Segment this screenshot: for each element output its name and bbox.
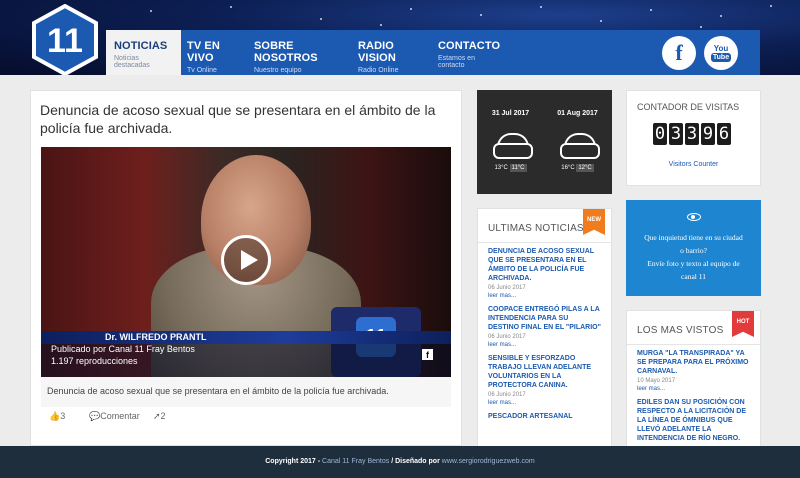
weather-temps: 13°C 11°C	[477, 164, 544, 172]
footer-site-link[interactable]: Canal 11 Fray Bentos	[322, 458, 389, 465]
article-actions: 👍 3 💬 Comentar ➚ 2	[49, 411, 449, 425]
read-more-link[interactable]: leer mas...	[637, 386, 750, 392]
share-button[interactable]: ➚ 2	[153, 411, 166, 422]
video-publisher-info: Publicado por Canal 11 Fray Bentos 1.197…	[51, 343, 195, 367]
site-footer: Copyright 2017 - Canal 11 Fray Bentos / …	[0, 446, 800, 478]
news-title-link[interactable]: PESCADOR ARTESANAL	[488, 412, 601, 421]
nav-title: SOBRE NOSOTROS	[254, 40, 318, 64]
counter-digit: 3	[669, 123, 683, 145]
nav-item-sobre-nosotros[interactable]: SOBRE NOSOTROS Nuestro equipo	[246, 30, 350, 75]
comment-label: Comentar	[100, 411, 140, 421]
inquietud-line: Envíe foto y texto al equipo de	[647, 259, 740, 268]
ultimas-noticias-panel: ULTIMAS NOTICIAS NEW DENUNCIA DE ACOSO S…	[477, 208, 612, 448]
nav-subtitle: Noticias destacadas	[114, 55, 150, 69]
mas-vistos-panel: LOS MAS VISTOS HOT MURGA "LA TRANSPIRADA…	[626, 310, 761, 448]
video-caption: Denuncia de acoso sexual que se presenta…	[41, 377, 451, 407]
list-item: SENSIBLE Y ESFORZADO TRABAJO LLEVAN ADEL…	[488, 354, 601, 406]
nav-subtitle: Estamos en contacto	[438, 55, 475, 69]
news-date: 06 Junio 2017	[488, 285, 526, 291]
facebook-icon[interactable]: f	[662, 36, 696, 70]
footer-copyright: Copyright 2017 -	[265, 458, 321, 465]
weather-date: 31 Jul 2017	[491, 110, 530, 117]
nav-subtitle: Nuestro equipo	[254, 67, 302, 74]
site-header: 11 NOTICIAS Noticias destacadas TV EN VI…	[0, 0, 800, 75]
eye-icon	[686, 213, 701, 221]
visitors-counter-link[interactable]: Visitors Counter	[627, 161, 760, 168]
featured-article: Denuncia de acoso sexual que se presenta…	[30, 90, 462, 446]
video-views: 1.197 reproducciones	[51, 356, 138, 366]
footer-designer-link[interactable]: www.sergiorodriguezweb.com	[442, 458, 535, 465]
news-date: 06 Junio 2017	[488, 392, 526, 398]
temp-max: 11°C	[509, 164, 527, 172]
news-title-link[interactable]: EDILES DAN SU POSICIÓN CON RESPECTO A LA…	[637, 398, 750, 443]
weather-date: 01 Aug 2017	[557, 110, 598, 117]
inquietud-line: canal 11	[681, 272, 706, 281]
read-more-link[interactable]: leer mas...	[488, 400, 601, 406]
comment-button[interactable]: 💬 Comentar	[89, 411, 140, 422]
visit-counter-digits: 0 3 3 9 6	[653, 123, 733, 145]
lower-third-name: Dr. WILFREDO PRANTL	[105, 332, 207, 342]
news-title-link[interactable]: COOPACE ENTREGÓ PILAS A LA INTENDENCIA P…	[488, 305, 601, 332]
weather-day: 01 Aug 2017 16°C 12°C	[544, 90, 611, 194]
video-published-by[interactable]: Publicado por Canal 11 Fray Bentos	[51, 343, 195, 355]
youtube-icon[interactable]: You Tube	[704, 36, 738, 70]
youtube-glyph-bottom: Tube	[710, 53, 732, 62]
nav-item-noticias[interactable]: NOTICIAS Noticias destacadas	[106, 30, 181, 75]
weather-day: 31 Jul 2017 13°C 11°C	[477, 90, 544, 194]
article-title[interactable]: Denuncia de acoso sexual que se presenta…	[40, 101, 450, 137]
list-item: MURGA "LA TRANSPIRADA" YA SE PREPARA PAR…	[637, 349, 750, 392]
news-date: 10 Mayo 2017	[637, 378, 676, 384]
youtube-glyph-top: You	[713, 44, 729, 53]
news-list: MURGA "LA TRANSPIRADA" YA SE PREPARA PAR…	[627, 345, 760, 447]
footer-designed-by: / Diseñado por	[391, 458, 440, 465]
play-button-icon[interactable]	[221, 235, 271, 285]
counter-digit: 6	[717, 123, 731, 145]
nav-title: TV EN VIVO	[187, 40, 220, 64]
video-fb-glyph: f	[426, 350, 429, 360]
panel-heading: CONTADOR DE VISITAS	[637, 102, 740, 112]
list-item: COOPACE ENTREGÓ PILAS A LA INTENDENCIA P…	[488, 305, 601, 348]
temp-min: 13°C	[494, 165, 508, 171]
temp-max: 12°C	[576, 164, 594, 172]
news-title-link[interactable]: MURGA "LA TRANSPIRADA" YA SE PREPARA PAR…	[637, 349, 750, 376]
list-item: EDILES DAN SU POSICIÓN CON RESPECTO A LA…	[637, 398, 750, 443]
news-title-link[interactable]: SENSIBLE Y ESFORZADO TRABAJO LLEVAN ADEL…	[488, 354, 601, 390]
weather-temps: 16°C 12°C	[544, 164, 611, 172]
nav-item-radio-vision[interactable]: RADIO VISION Radio Online	[350, 30, 426, 75]
list-item: PESCADOR ARTESANAL	[488, 412, 601, 421]
inquietud-banner[interactable]: Que inquietud tiene en su ciudad o barri…	[626, 200, 761, 296]
list-item: DENUNCIA DE ACOSO SEXUAL QUE SE PRESENTA…	[488, 247, 601, 299]
nav-title: RADIO VISION	[358, 40, 396, 64]
visit-counter-panel: CONTADOR DE VISITAS 0 3 3 9 6 Visitors C…	[626, 90, 761, 186]
svg-text:11: 11	[47, 22, 83, 60]
video-player[interactable]: 11 Dr. WILFREDO PRANTL Publicado por Can…	[41, 147, 451, 377]
like-button[interactable]: 👍 3	[49, 411, 65, 422]
counter-digit: 9	[701, 123, 715, 145]
inquietud-line: o barrio?	[680, 246, 707, 255]
nav-item-tv-en-vivo[interactable]: TV EN VIVO Tv Online	[179, 30, 245, 75]
nav-title: CONTACTO	[438, 40, 501, 52]
cloud-icon	[491, 129, 533, 159]
nav-item-contacto[interactable]: CONTACTO Estamos en contacto	[430, 30, 510, 75]
read-more-link[interactable]: leer mas...	[488, 342, 601, 348]
nav-subtitle: Tv Online	[187, 67, 217, 74]
inquietud-line: Que inquietud tiene en su ciudad	[644, 233, 743, 242]
news-title-link[interactable]: DENUNCIA DE ACOSO SEXUAL QUE SE PRESENTA…	[488, 247, 601, 283]
cloud-icon	[558, 129, 600, 159]
temp-min: 16°C	[561, 165, 575, 171]
news-list: DENUNCIA DE ACOSO SEXUAL QUE SE PRESENTA…	[478, 243, 611, 431]
canal-11-logo[interactable]: 11	[30, 3, 100, 75]
counter-digit: 0	[653, 123, 667, 145]
video-facebook-icon[interactable]: f	[422, 349, 433, 360]
share-count: 2	[160, 411, 166, 421]
facebook-glyph: f	[675, 40, 683, 65]
nav-title: NOTICIAS	[114, 40, 168, 52]
nav-subtitle: Radio Online	[358, 67, 399, 74]
read-more-link[interactable]: leer mas...	[488, 293, 601, 299]
like-count: 3	[60, 411, 66, 421]
news-date: 06 Junio 2017	[488, 334, 526, 340]
counter-digit: 3	[685, 123, 699, 145]
weather-widget: 31 Jul 2017 13°C 11°C 01 Aug 2017 16°C 1…	[477, 90, 612, 194]
